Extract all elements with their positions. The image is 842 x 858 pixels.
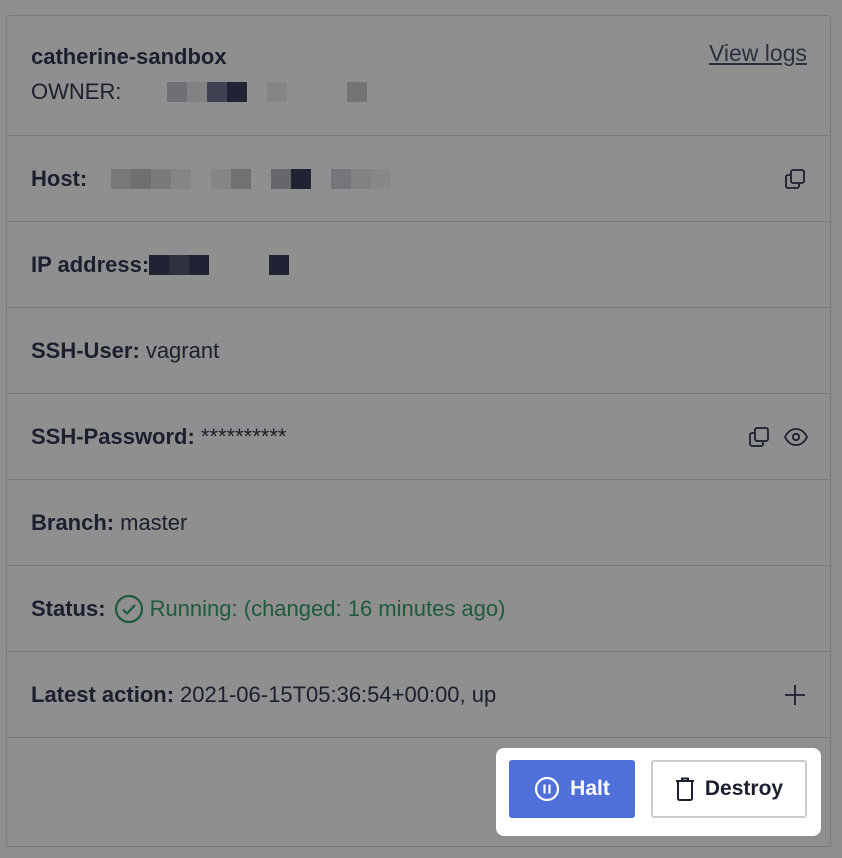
ssh-password-value: ********** [200, 423, 287, 449]
halt-label: Halt [570, 777, 610, 800]
latest-action-row: Latest action: 2021-06-15T05:36:54+00:00… [7, 652, 830, 738]
host-label: Host: [31, 165, 88, 191]
sandbox-name: catherine-sandbox [31, 44, 227, 69]
host-row: Host: [7, 136, 830, 222]
halt-button[interactable]: Halt [509, 760, 635, 818]
ssh-password-label: SSH-Password: [31, 423, 195, 449]
ip-row: IP address: [7, 222, 830, 308]
ssh-password-row: SSH-Password: ********** [7, 394, 830, 480]
branch-label: Branch: [31, 509, 115, 535]
ip-redacted [149, 254, 290, 275]
view-logs-link[interactable]: View logs [709, 40, 807, 67]
destroy-label: Destroy [704, 777, 784, 800]
check-circle-icon [114, 594, 144, 624]
owner-redacted [167, 82, 368, 102]
latest-action-label: Latest action: [31, 681, 175, 707]
status-label: Status: [31, 595, 106, 621]
status-indicator: Running: (changed: 16 minutes ago) [114, 594, 506, 624]
ssh-user-label: SSH-User: [31, 337, 140, 363]
action-buttons: Halt Destroy [496, 748, 821, 836]
pause-circle-icon [534, 776, 570, 802]
ip-label: IP address: [31, 251, 150, 277]
branch-value: master [120, 509, 188, 535]
owner-label: OWNER: [31, 79, 122, 104]
latest-action-value: 2021-06-15T05:36:54+00:00, up [180, 681, 497, 707]
owner-line: OWNER: [31, 79, 368, 105]
host-redacted [111, 168, 392, 189]
branch-row: Branch: master [7, 480, 830, 566]
status-row: Status: Running: (changed: 16 minutes ag… [7, 566, 830, 652]
eye-icon[interactable] [784, 427, 808, 447]
destroy-button[interactable]: Destroy [651, 760, 807, 818]
sandbox-header: catherine-sandbox OWNER: View logs [7, 16, 830, 136]
plus-icon[interactable] [784, 684, 806, 706]
status-value: Running: (changed: 16 minutes ago) [149, 595, 506, 621]
ssh-user-value: vagrant [145, 337, 220, 363]
copy-icon[interactable] [748, 426, 770, 448]
sandbox-card: catherine-sandbox OWNER: View logs Host: [6, 15, 831, 847]
trash-icon [675, 777, 705, 801]
ssh-user-row: SSH-User: vagrant [7, 308, 830, 394]
copy-icon[interactable] [784, 168, 806, 190]
